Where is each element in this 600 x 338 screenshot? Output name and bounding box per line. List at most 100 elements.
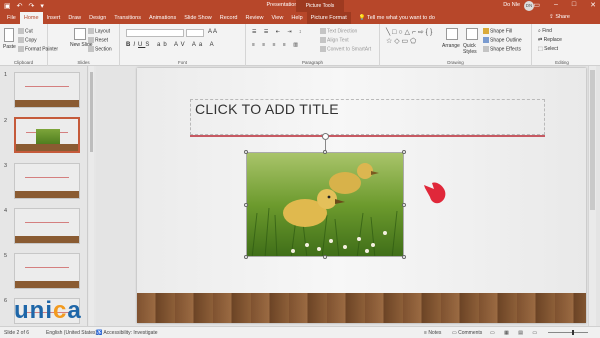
paragraph-group-label: Paragraph [301,60,323,65]
resize-handle[interactable] [244,203,248,207]
close-icon[interactable]: ✕ [590,1,596,9]
minimize-icon[interactable]: – [554,1,558,9]
align-text-button[interactable]: Align Text [320,37,349,43]
tab-record[interactable]: Record [216,12,242,24]
copy-button[interactable]: Copy [18,37,37,43]
find-button[interactable]: ⌕ Find [538,28,552,34]
section-icon [88,46,94,52]
tab-review[interactable]: Review [241,12,267,24]
slide-thumbnail-5[interactable] [14,253,80,289]
tab-transitions[interactable]: Transitions [110,12,145,24]
title-bar: ▣ ↶ ↷ ▾ Presentation1 - PowerPoint Pictu… [0,0,600,12]
shape-effects-button[interactable]: Shape Effects [483,46,521,52]
shape-fill-icon [483,28,489,34]
alignment-icons[interactable]: ≡ ≡ ≡ ≡ ▥ [252,42,301,48]
shape-effects-icon [483,46,489,52]
font-size-dropdown[interactable] [186,29,204,37]
layout-icon [88,28,94,34]
resize-handle[interactable] [323,150,327,154]
tab-insert[interactable]: Insert [43,12,65,24]
zoom-slider[interactable] [548,330,588,335]
arrange-icon[interactable] [446,28,458,40]
tab-design[interactable]: Design [85,12,110,24]
tell-me-search[interactable]: 💡 Tell me what you want to do [355,12,439,24]
font-format-icons[interactable]: BIUS ab AV Aa A [126,42,217,48]
accessibility-checker[interactable]: ♿ Accessibility: Investigate [96,330,158,336]
editing-group-label: Editing [555,60,569,65]
slide-thumbnail-4[interactable] [14,208,80,244]
cut-button[interactable]: Cut [18,28,33,34]
resize-handle[interactable] [244,255,248,259]
section-button[interactable]: Section [88,46,112,52]
title-placeholder[interactable]: CLICK TO ADD TITLE [190,99,545,135]
ribbon-display-icon[interactable]: ▭ [533,1,540,9]
slide-scrollbar[interactable] [588,66,596,326]
shapes-gallery[interactable]: ╲ □ ○ △ ⌐ ⇨ { } ☆ ◇ ▭ ⬠ [386,28,436,54]
list-and-indent-icons[interactable]: ☰ ☰ ⇤ ⇥ ↕ [252,29,304,35]
tab-draw[interactable]: Draw [64,12,85,24]
tab-home[interactable]: Home [19,12,43,24]
view-buttons[interactable]: ▭ ▦ ▤ ▭ [490,330,541,336]
reset-label: Reset [95,37,109,44]
zoom-slider-knob[interactable] [572,330,574,335]
rotate-handle-icon[interactable] [322,133,329,140]
font-name-dropdown[interactable] [126,29,184,37]
language-indicator[interactable]: English (United States) [46,330,97,336]
font-grow-shrink-icon[interactable]: A A [208,29,217,35]
shape-outline-icon [483,37,489,43]
tab-file[interactable]: File [3,12,20,24]
slide-thumbnail-pane: 1 2 3 4 5 6 [0,66,88,326]
text-direction-button[interactable]: Text Direction [320,28,357,34]
paste-button[interactable]: Paste [3,44,16,50]
layout-button[interactable]: Layout [88,28,110,34]
arrange-button[interactable]: Arrange [442,43,460,49]
copy-icon [18,37,24,43]
slide-thumbnail-1[interactable] [14,72,80,108]
slide-number: 1 [4,72,8,78]
ribbon-tabs: File Home Insert Draw Design Transitions… [0,12,600,24]
replace-button[interactable]: ⇄ Replace [538,37,562,43]
shape-outline-label: Shape Outline [490,37,522,44]
select-button[interactable]: ⬚ Select [538,46,558,52]
ducklings-picture[interactable] [246,152,404,257]
quick-styles-button[interactable]: Quick Styles [463,43,483,55]
resize-handle[interactable] [402,255,406,259]
slide-thumbnail-2[interactable] [14,117,80,153]
quick-styles-icon[interactable] [466,28,478,40]
align-text-label: Align Text [327,37,349,44]
resize-handle[interactable] [244,150,248,154]
tab-help[interactable]: Help [287,12,306,24]
ducklings-image [247,153,403,256]
tab-view[interactable]: View [268,12,288,24]
title-placeholder-text: CLICK TO ADD TITLE [195,101,339,117]
convert-smartart-button[interactable]: Convert to SmartArt [320,46,371,52]
shape-fill-button[interactable]: Shape Fill [483,28,512,34]
resize-handle[interactable] [323,255,327,259]
maximize-icon[interactable]: □ [572,1,576,9]
font-group: A A BIUS ab AV Aa A Font [120,24,246,66]
resize-handle[interactable] [402,203,406,207]
share-button[interactable]: ⇪ Share [549,14,570,20]
comments-button[interactable]: ▭ Comments [452,330,482,336]
paste-icon[interactable] [4,28,14,42]
thumb-title-line [25,177,69,178]
tab-picture-format[interactable]: Picture Format [306,12,351,24]
scrollbar-thumb[interactable] [90,72,93,152]
reset-button[interactable]: Reset [88,37,108,43]
scrollbar-thumb[interactable] [590,70,595,210]
copy-label: Copy [25,37,37,44]
tab-animations[interactable]: Animations [145,12,180,24]
resize-handle[interactable] [402,150,406,154]
notes-label: Notes [428,330,442,336]
slide-thumbnail-3[interactable] [14,163,80,199]
context-tab-group: Picture Tools [296,0,344,12]
current-slide[interactable]: CLICK TO ADD TITLE [137,68,586,323]
thumbnail-scrollbar[interactable] [89,66,94,326]
clipboard-group-label: Clipboard [13,60,34,65]
tab-slide-show[interactable]: Slide Show [180,12,216,24]
new-slide-icon[interactable] [74,28,86,40]
text-direction-icon [320,28,326,34]
shape-outline-button[interactable]: Shape Outline [483,37,522,43]
notes-button[interactable]: ≡ Notes [424,330,441,336]
user-name[interactable]: Do Nle [503,2,520,8]
